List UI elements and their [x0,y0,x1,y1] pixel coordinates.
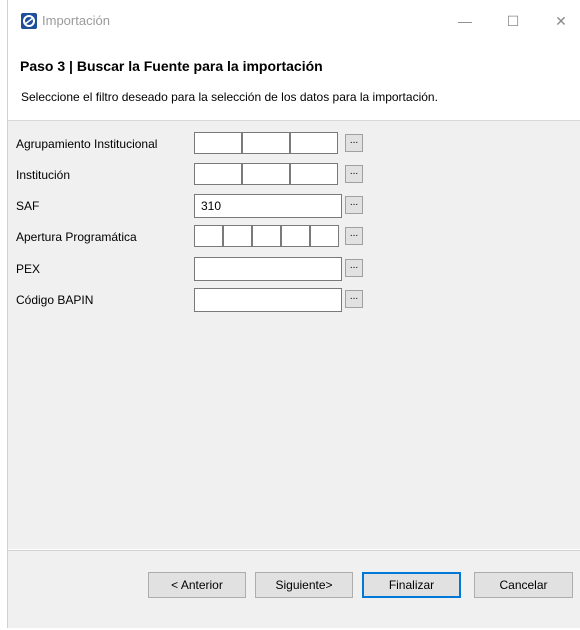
maximize-button[interactable]: ☐ [498,10,528,32]
wizard-header: Paso 3 | Buscar la Fuente para la import… [8,44,580,120]
apertura-segment-1[interactable] [194,225,223,247]
row-institucion: Institución ... [8,163,580,189]
app-logo-icon [21,13,37,29]
window-title: Importación [42,13,110,28]
wizard-footer: < Anterior Siguiente> Finalizar Cancelar [8,550,580,628]
agrupamiento-segment-1[interactable] [194,132,242,154]
back-button[interactable]: < Anterior [148,572,246,598]
cancel-button[interactable]: Cancelar [474,572,573,598]
agrupamiento-segment-3[interactable] [290,132,338,154]
agrupamiento-institucional-field [194,132,338,156]
close-button[interactable]: ✕ [546,10,576,32]
pex-browse-button[interactable]: ... [345,259,363,277]
pex-input[interactable] [194,257,342,281]
step-title: Paso 3 | Buscar la Fuente para la import… [20,58,323,74]
row-apertura-programatica: Apertura Programática ... [8,225,580,251]
institucion-field [194,163,338,187]
agrupamiento-segment-2[interactable] [242,132,290,154]
apertura-programatica-label: Apertura Programática [16,230,137,244]
apertura-segment-2[interactable] [223,225,252,247]
institucion-segment-2[interactable] [242,163,290,185]
row-codigo-bapin: Código BAPIN ... [8,288,580,314]
pex-label: PEX [16,262,41,276]
next-button[interactable]: Siguiente> [255,572,353,598]
apertura-browse-button[interactable]: ... [345,227,363,245]
codigo-bapin-input[interactable] [194,288,342,312]
apertura-segment-4[interactable] [281,225,310,247]
step-description: Seleccione el filtro deseado para la sel… [21,90,438,104]
codigo-bapin-label: Código BAPIN [16,293,94,307]
agrupamiento-institucional-label: Agrupamiento Institucional [16,137,158,151]
saf-input[interactable]: 310 [194,194,342,218]
row-agrupamiento-institucional: Agrupamiento Institucional ... [8,132,580,158]
institucion-segment-3[interactable] [290,163,338,185]
apertura-segment-3[interactable] [252,225,281,247]
finish-button[interactable]: Finalizar [362,572,461,598]
institucion-label: Institución [16,168,71,182]
institucion-segment-1[interactable] [194,163,242,185]
agrupamiento-browse-button[interactable]: ... [345,134,363,152]
title-bar: Importación — ☐ ✕ [8,0,580,44]
minimize-button[interactable]: — [450,10,480,32]
row-saf: SAF 310 ... [8,194,580,220]
apertura-programatica-field [194,225,339,249]
row-pex: PEX ... [8,257,580,283]
apertura-segment-5[interactable] [310,225,339,247]
background-strip [0,0,7,630]
filter-form: Agrupamiento Institucional ... Instituci… [8,121,580,549]
import-dialog: Importación — ☐ ✕ Paso 3 | Buscar la Fue… [7,0,580,628]
saf-browse-button[interactable]: ... [345,196,363,214]
saf-label: SAF [16,199,40,213]
codigo-bapin-browse-button[interactable]: ... [345,290,363,308]
institucion-browse-button[interactable]: ... [345,165,363,183]
